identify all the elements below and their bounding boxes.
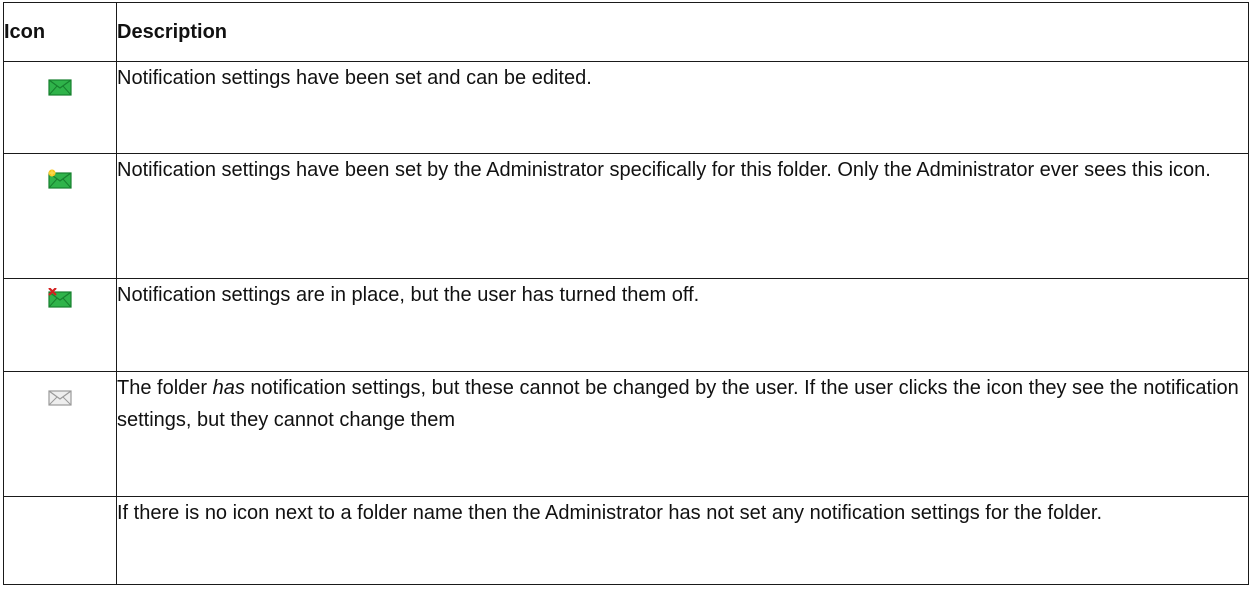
green-envelope-star-icon [48, 169, 72, 189]
description-cell: Notification settings are in place, but … [116, 278, 1249, 372]
table-row: The folder has notification settings, bu… [3, 371, 1249, 497]
table-row: Notification settings have been set by t… [3, 153, 1249, 279]
description-cell: Notification settings have been set and … [116, 61, 1249, 154]
description-column-header: Description [116, 2, 1249, 62]
description-cell: Notification settings have been set by t… [116, 153, 1249, 279]
description-cell: If there is no icon next to a folder nam… [116, 496, 1249, 585]
green-envelope-icon [48, 77, 72, 97]
icon-cell [3, 61, 117, 154]
description-text-post: notification settings, but these cannot … [117, 377, 1239, 431]
table-row: Notification settings are in place, but … [3, 278, 1249, 372]
table-row: Notification settings have been set and … [3, 61, 1249, 154]
icon-legend-table: Icon Description Notification settings h… [3, 2, 1249, 585]
description-text-pre: The folder [117, 377, 213, 399]
icon-cell [3, 153, 117, 279]
description-text-emphasis: has [212, 377, 245, 399]
table-header-row: Icon Description [3, 2, 1249, 62]
table-row: If there is no icon next to a folder nam… [3, 496, 1249, 585]
icon-cell [3, 278, 117, 372]
green-envelope-x-icon [48, 288, 72, 308]
icon-cell-empty [3, 496, 117, 585]
icon-cell [3, 371, 117, 497]
icon-column-header: Icon [3, 2, 117, 62]
grey-envelope-icon [48, 387, 72, 407]
description-cell: The folder has notification settings, bu… [116, 371, 1249, 497]
